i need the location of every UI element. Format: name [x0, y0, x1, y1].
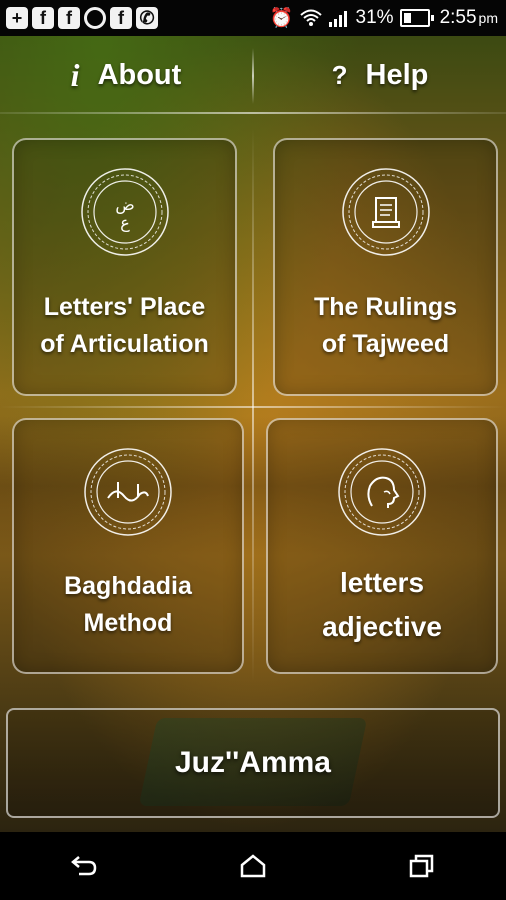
card-label: The Rulings of Tajweed	[313, 293, 458, 358]
svg-text:ع: ع	[120, 213, 130, 233]
juz-amma-label: Juz''Amma	[175, 746, 331, 779]
battery-icon	[399, 9, 430, 27]
baghdadia-method-card[interactable]: Baghdadia Method	[12, 418, 244, 674]
card-label: Letters' Place of Articulation	[40, 293, 209, 358]
app-main: i About ? Help ض ع Letters' Place of Art…	[0, 36, 506, 832]
clock: 2:55 pm	[440, 7, 498, 29]
arabic-letters-icon: ض ع	[80, 168, 169, 256]
about-label: About	[97, 58, 182, 91]
about-button[interactable]: i About	[0, 36, 252, 114]
alarm-icon: ⏰	[269, 8, 294, 29]
recents-icon	[409, 854, 433, 878]
top-bar: i About ? Help	[0, 36, 506, 114]
back-icon	[71, 856, 97, 876]
clock-suffix: pm	[478, 10, 498, 26]
card-label: letters adjective	[322, 567, 442, 642]
status-bar: + f f f ✆ ⏰ 31% 2:55 pm	[0, 0, 506, 36]
juz-amma-button[interactable]: Juz''Amma	[6, 708, 500, 818]
viber-icon: ✆	[136, 7, 158, 29]
home-icon	[240, 854, 266, 878]
card-label: Baghdadia Method	[64, 572, 192, 637]
recents-button[interactable]	[392, 841, 452, 891]
letters-articulation-card[interactable]: ض ع Letters' Place of Articulation	[12, 138, 237, 396]
wifi-icon	[299, 9, 322, 26]
navigation-bar	[0, 832, 506, 900]
home-button[interactable]	[223, 841, 283, 891]
plus-icon: +	[6, 7, 28, 29]
svg-text:ض: ض	[115, 195, 134, 215]
help-label: Help	[365, 58, 429, 91]
help-icon: ?	[331, 59, 348, 90]
info-icon: i	[70, 56, 80, 93]
help-button[interactable]: ? Help	[254, 36, 506, 114]
sync-icon	[84, 7, 106, 29]
facebook-icon: f	[58, 7, 80, 29]
letters-adjective-card[interactable]: letters adjective	[266, 418, 498, 674]
battery-percent: 31%	[355, 7, 394, 28]
grid-divider-horizontal	[0, 406, 506, 408]
notification-icons: + f f f ✆	[0, 7, 158, 29]
scroll-icon	[341, 168, 430, 256]
tajweed-rulings-card[interactable]: The Rulings of Tajweed	[273, 138, 498, 396]
head-profile-icon	[338, 448, 426, 536]
facebook-icon: f	[32, 7, 54, 29]
calligraphy-icon	[84, 448, 172, 536]
facebook-icon: f	[110, 7, 132, 29]
signal-icon	[328, 11, 347, 27]
back-button[interactable]	[54, 841, 114, 891]
clock-time: 2:55	[439, 7, 477, 28]
grid-divider-vertical	[252, 128, 254, 682]
